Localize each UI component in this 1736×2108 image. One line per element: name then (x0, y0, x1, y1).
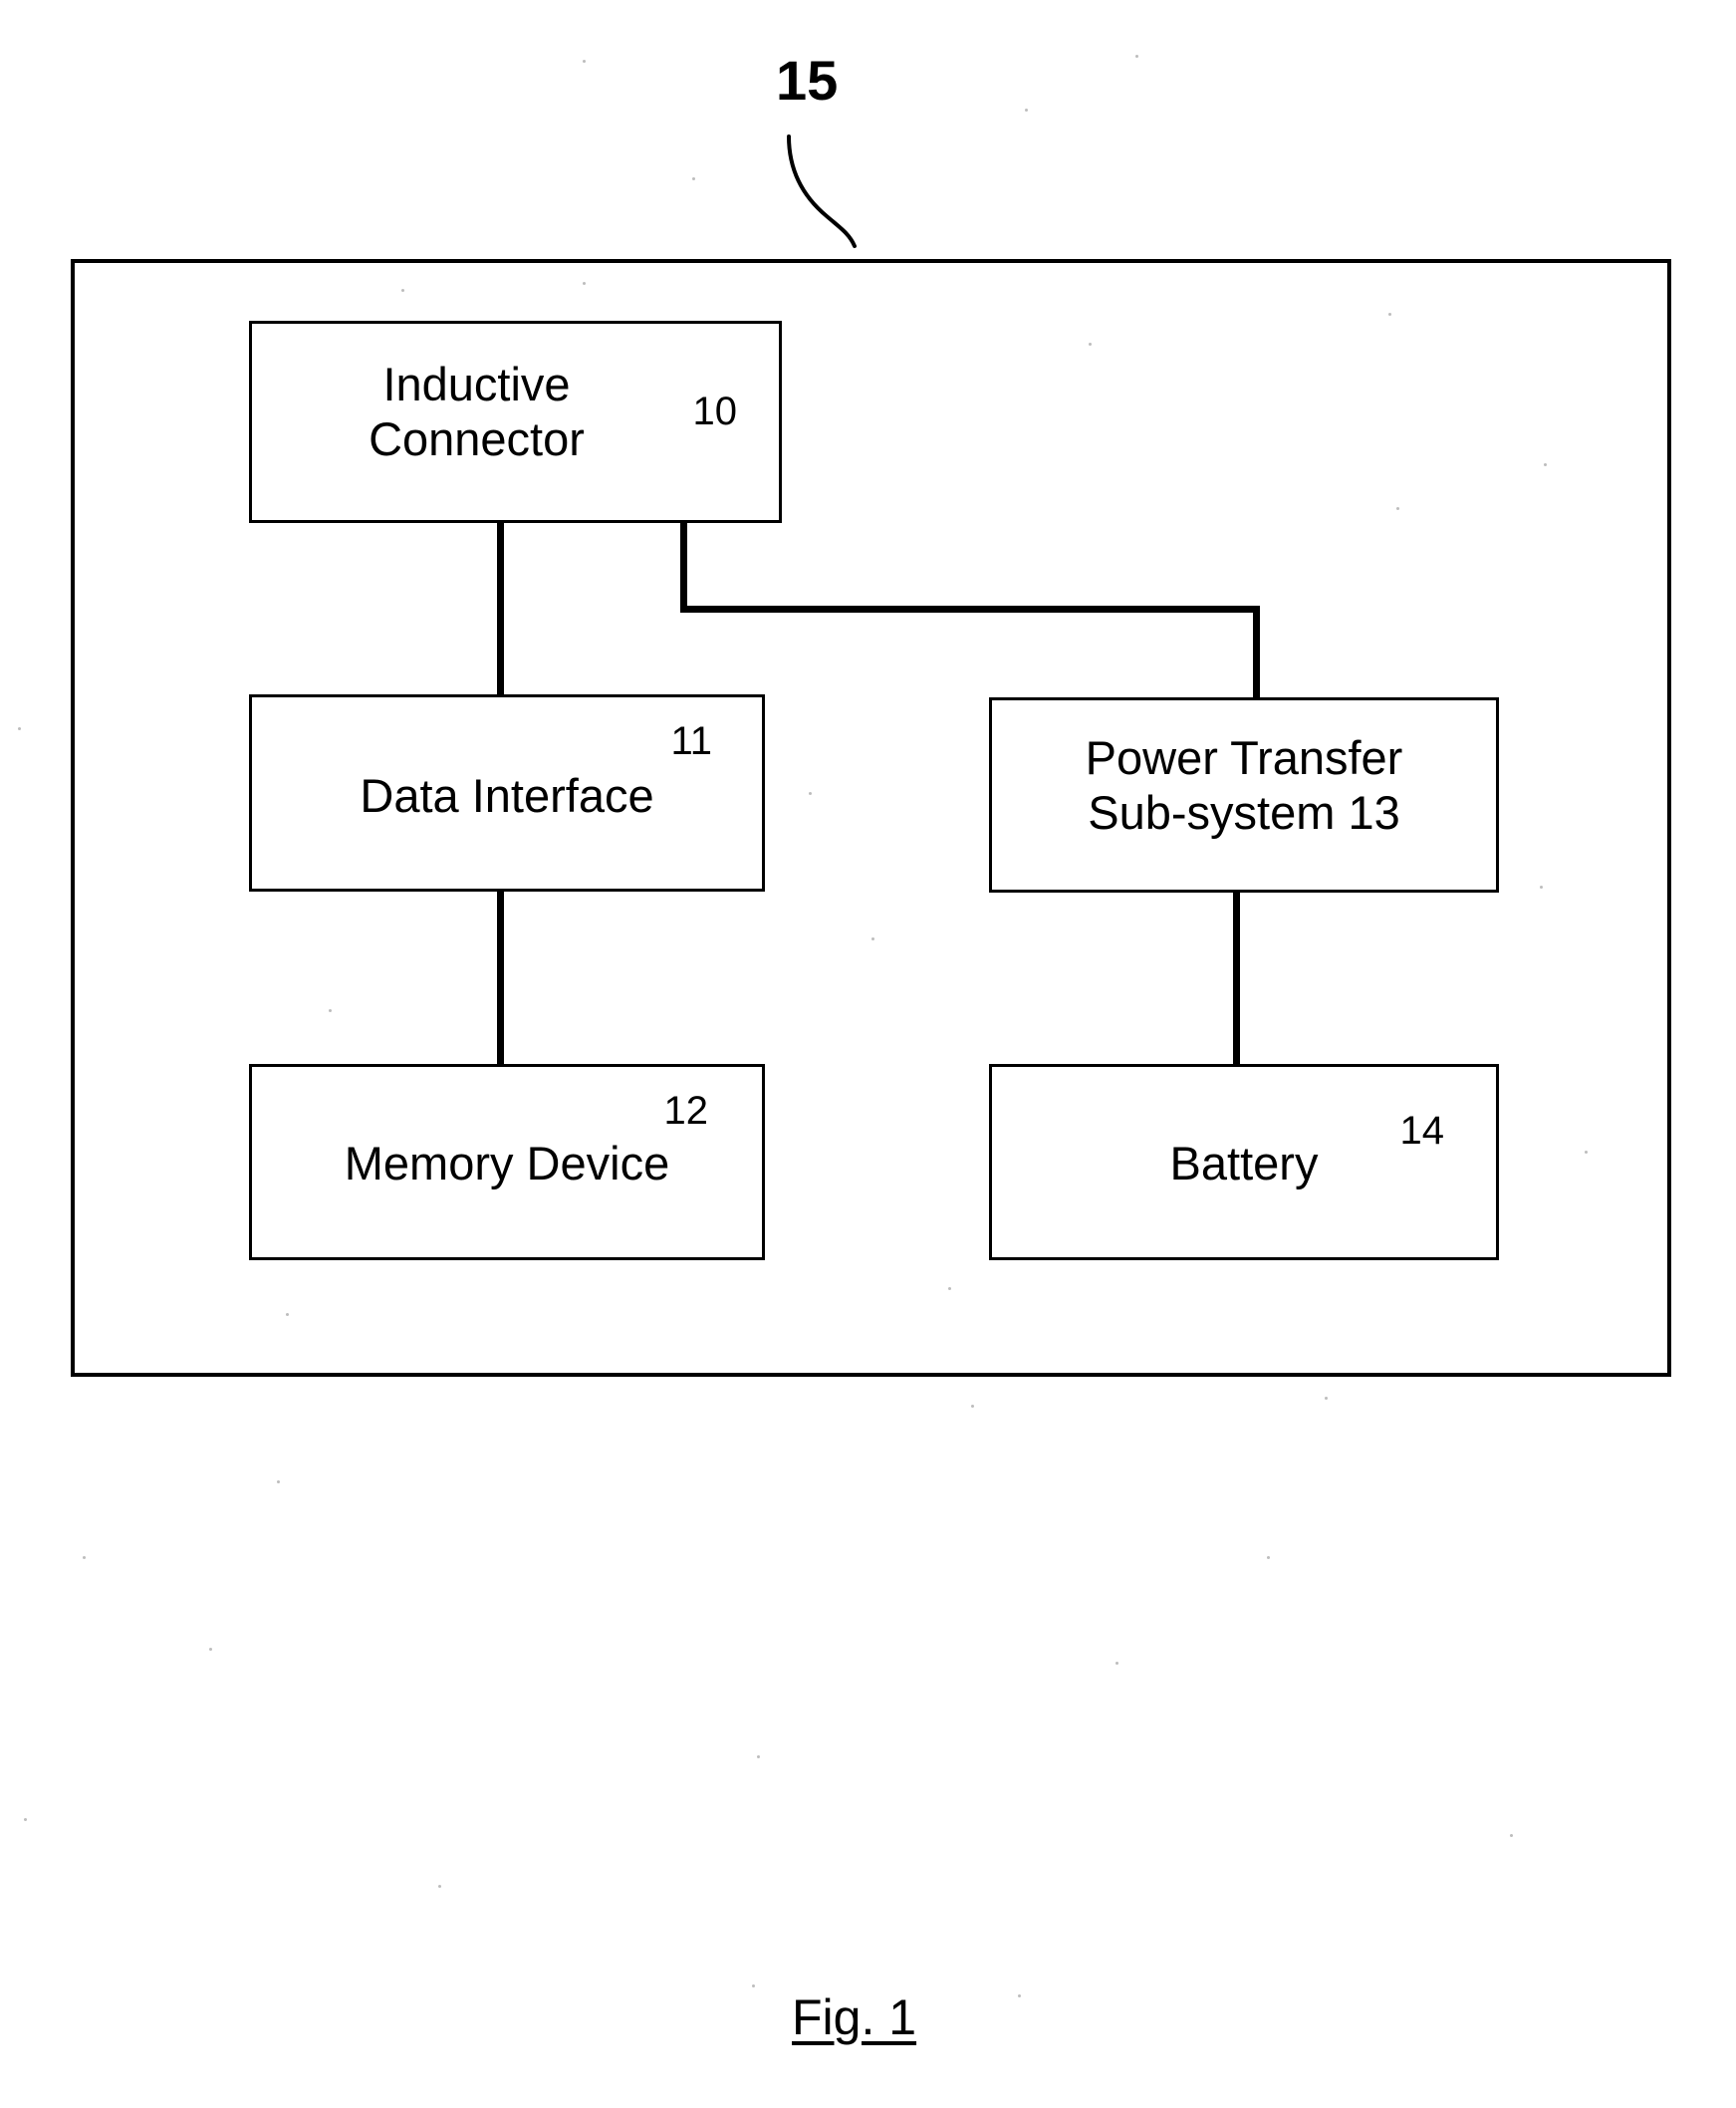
block-data-interface-label: Data Interface (360, 769, 654, 822)
scan-speck (24, 1818, 27, 1821)
block-memory-device: Memory Device 12 (249, 1064, 765, 1260)
block-power-transfer-subsystem-label: Power Transfer Sub-system 13 (1085, 731, 1403, 839)
figure-caption: Fig. 1 (792, 1989, 917, 2045)
block-inductive-connector-ref: 10 (692, 390, 738, 433)
scan-speck (1025, 109, 1028, 112)
scan-speck (1510, 1834, 1513, 1837)
scan-speck (1116, 1662, 1118, 1665)
figure-page: 15 Inductive Connector 10 Data Interface… (0, 0, 1736, 2108)
block-memory-device-label: Memory Device (344, 1137, 670, 1189)
wire-power-to-battery (1233, 889, 1240, 1068)
wire-connector-to-data-interface (497, 520, 504, 699)
scan-speck (583, 60, 586, 63)
block-data-interface: Data Interface 11 (249, 694, 765, 892)
block-battery-ref: 14 (1399, 1109, 1445, 1153)
scan-speck (209, 1648, 212, 1651)
block-inductive-connector: Inductive Connector 10 (249, 321, 782, 523)
scan-speck (1325, 1397, 1328, 1400)
scan-speck (277, 1480, 280, 1483)
block-power-transfer-subsystem: Power Transfer Sub-system 13 (989, 697, 1499, 893)
scan-speck (18, 727, 21, 730)
scan-speck (971, 1405, 974, 1408)
block-battery: Battery 14 (989, 1064, 1499, 1260)
scan-speck (1267, 1556, 1270, 1559)
scan-speck (438, 1885, 441, 1888)
scan-speck (1135, 55, 1138, 58)
wire-connector-to-power-run (680, 606, 1260, 613)
wire-connector-to-power-drop (680, 520, 687, 613)
scan-speck (692, 177, 695, 180)
wire-data-interface-to-memory-device (497, 889, 504, 1068)
block-data-interface-ref: 11 (670, 719, 712, 763)
wire-connector-to-power-riser (1253, 606, 1260, 701)
scan-speck (752, 1984, 755, 1987)
system-leader-line (787, 134, 857, 248)
scan-speck (83, 1556, 86, 1559)
system-reference-numeral: 15 (776, 49, 839, 112)
scan-speck (1018, 1994, 1021, 1997)
block-memory-device-ref: 12 (663, 1089, 709, 1133)
scan-speck (757, 1755, 760, 1758)
